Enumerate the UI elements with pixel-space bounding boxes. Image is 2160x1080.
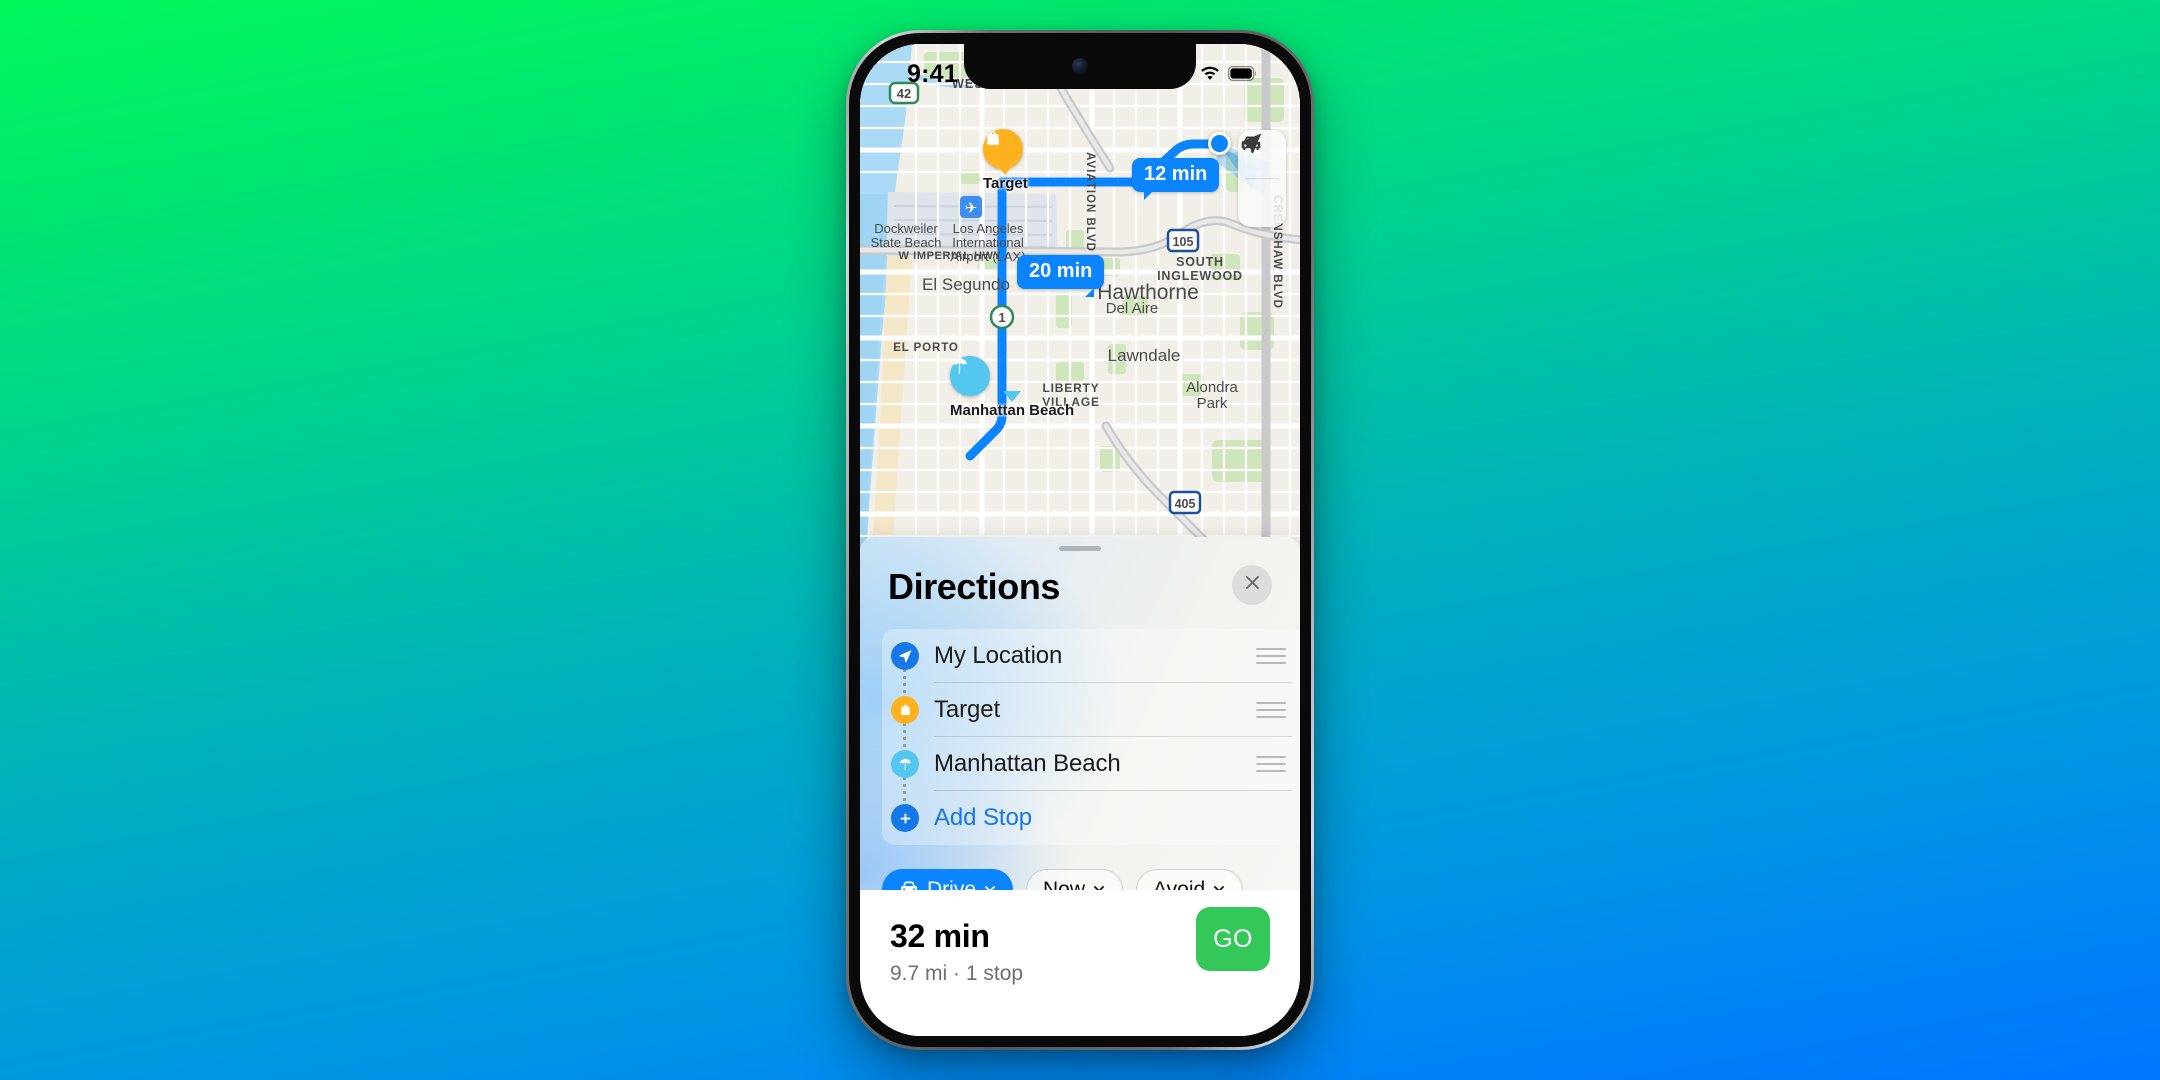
route-shield-1: 1	[989, 304, 1015, 330]
map-graphics: 42 105 1 405 ✈ SOUTH INGLEWOOD Dockweile…	[860, 44, 1300, 589]
user-location-dot	[1208, 132, 1231, 155]
stop-label: My Location	[934, 642, 1063, 669]
svg-text:Lawndale: Lawndale	[1108, 346, 1181, 365]
route-shield-405: 405	[1168, 490, 1202, 515]
add-stop-button[interactable]: Add Stop	[882, 791, 1300, 845]
drag-handle-icon[interactable]	[1256, 648, 1286, 664]
plus-icon	[891, 804, 919, 832]
drag-handle-icon[interactable]	[1256, 702, 1286, 718]
map-recenter-button[interactable]	[1238, 133, 1286, 227]
eta-badge-leg-2[interactable]: 20 min	[1017, 255, 1105, 289]
directions-sheet: Directions My Location Target Manhattan …	[860, 537, 1300, 1036]
map-controls-group	[1238, 130, 1286, 227]
route-details: 9.7 mi · 1 stop	[890, 962, 1024, 985]
shopping-bag-icon	[891, 696, 919, 724]
svg-text:1: 1	[998, 310, 1005, 325]
svg-text:EL PORTO: EL PORTO	[893, 342, 959, 354]
phone-device-frame: 42 105 1 405 ✈ SOUTH INGLEWOOD Dockweile…	[846, 30, 1314, 1050]
sheet-header: Directions	[860, 559, 1300, 615]
drag-handle-icon[interactable]	[1256, 756, 1286, 772]
front-camera-icon	[1072, 58, 1088, 74]
stop-row-target[interactable]: Target	[882, 683, 1300, 737]
airport-icon: ✈	[960, 196, 982, 218]
svg-text:Del Aire: Del Aire	[1106, 300, 1159, 317]
svg-text:International: International	[952, 235, 1024, 250]
svg-text:W IMPERIAL HWY: W IMPERIAL HWY	[899, 250, 1002, 262]
eta-badge-leg-1[interactable]: 12 min	[1132, 158, 1220, 200]
page-title: Directions	[888, 566, 1061, 607]
route-summary-bar: 32 min 9.7 mi · 1 stop GO	[860, 890, 1300, 1036]
map-pin-label-manhattan-beach: Manhattan Beach	[950, 402, 1075, 419]
route-shield-42: 42	[888, 81, 920, 105]
add-stop-label: Add Stop	[934, 804, 1032, 831]
route-shield-105: 105	[1166, 228, 1200, 253]
svg-text:405: 405	[1175, 497, 1196, 511]
svg-text:Alondra: Alondra	[1186, 379, 1238, 396]
svg-text:42: 42	[897, 86, 911, 101]
map-pin-manhattan-beach[interactable]: Manhattan Beach	[950, 356, 1074, 419]
go-button[interactable]: GO	[1196, 907, 1270, 971]
svg-text:Dockweiler: Dockweiler	[874, 221, 938, 236]
sheet-grabber[interactable]	[1059, 546, 1101, 551]
beach-umbrella-icon	[891, 750, 919, 778]
beach-umbrella-icon	[950, 356, 990, 396]
map-pin-target[interactable]: Target	[983, 129, 1028, 192]
svg-text:SOUTH: SOUTH	[1176, 255, 1224, 269]
stop-row-my-location[interactable]: My Location	[882, 629, 1300, 683]
phone-screen: 42 105 1 405 ✈ SOUTH INGLEWOOD Dockweile…	[860, 44, 1300, 1036]
route-duration: 32 min	[890, 918, 990, 954]
close-icon	[1243, 573, 1262, 597]
stop-row-manhattan-beach[interactable]: Manhattan Beach	[882, 737, 1300, 791]
stop-label: Target	[934, 696, 1001, 723]
phone-notch	[964, 44, 1196, 89]
map-pin-label-target: Target	[983, 175, 1028, 192]
svg-text:105: 105	[1173, 235, 1194, 249]
svg-text:State Beach: State Beach	[871, 235, 942, 250]
close-button[interactable]	[1232, 565, 1272, 605]
svg-text:AVIATION BLVD: AVIATION BLVD	[1084, 152, 1096, 252]
stop-label: Manhattan Beach	[934, 750, 1121, 777]
shopping-bag-icon	[983, 129, 1023, 169]
phone-bezel: 42 105 1 405 ✈ SOUTH INGLEWOOD Dockweile…	[849, 33, 1311, 1047]
svg-text:✈: ✈	[965, 200, 978, 217]
stops-list: My Location Target Manhattan Beach Add S…	[882, 629, 1300, 845]
location-arrow-icon	[891, 642, 919, 670]
map-canvas[interactable]: 42 105 1 405 ✈ SOUTH INGLEWOOD Dockweile…	[860, 44, 1300, 589]
svg-text:Los Angeles: Los Angeles	[953, 221, 1024, 236]
svg-text:Park: Park	[1197, 395, 1228, 412]
svg-text:El Segundo: El Segundo	[922, 275, 1010, 294]
